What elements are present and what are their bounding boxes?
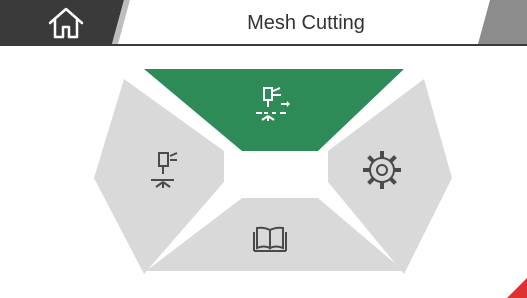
mesh-cutting-screen: Mesh Cutting	[0, 0, 527, 298]
corner-accent-icon	[507, 278, 527, 298]
center-hub	[232, 151, 328, 182]
radial-menu	[94, 69, 452, 274]
